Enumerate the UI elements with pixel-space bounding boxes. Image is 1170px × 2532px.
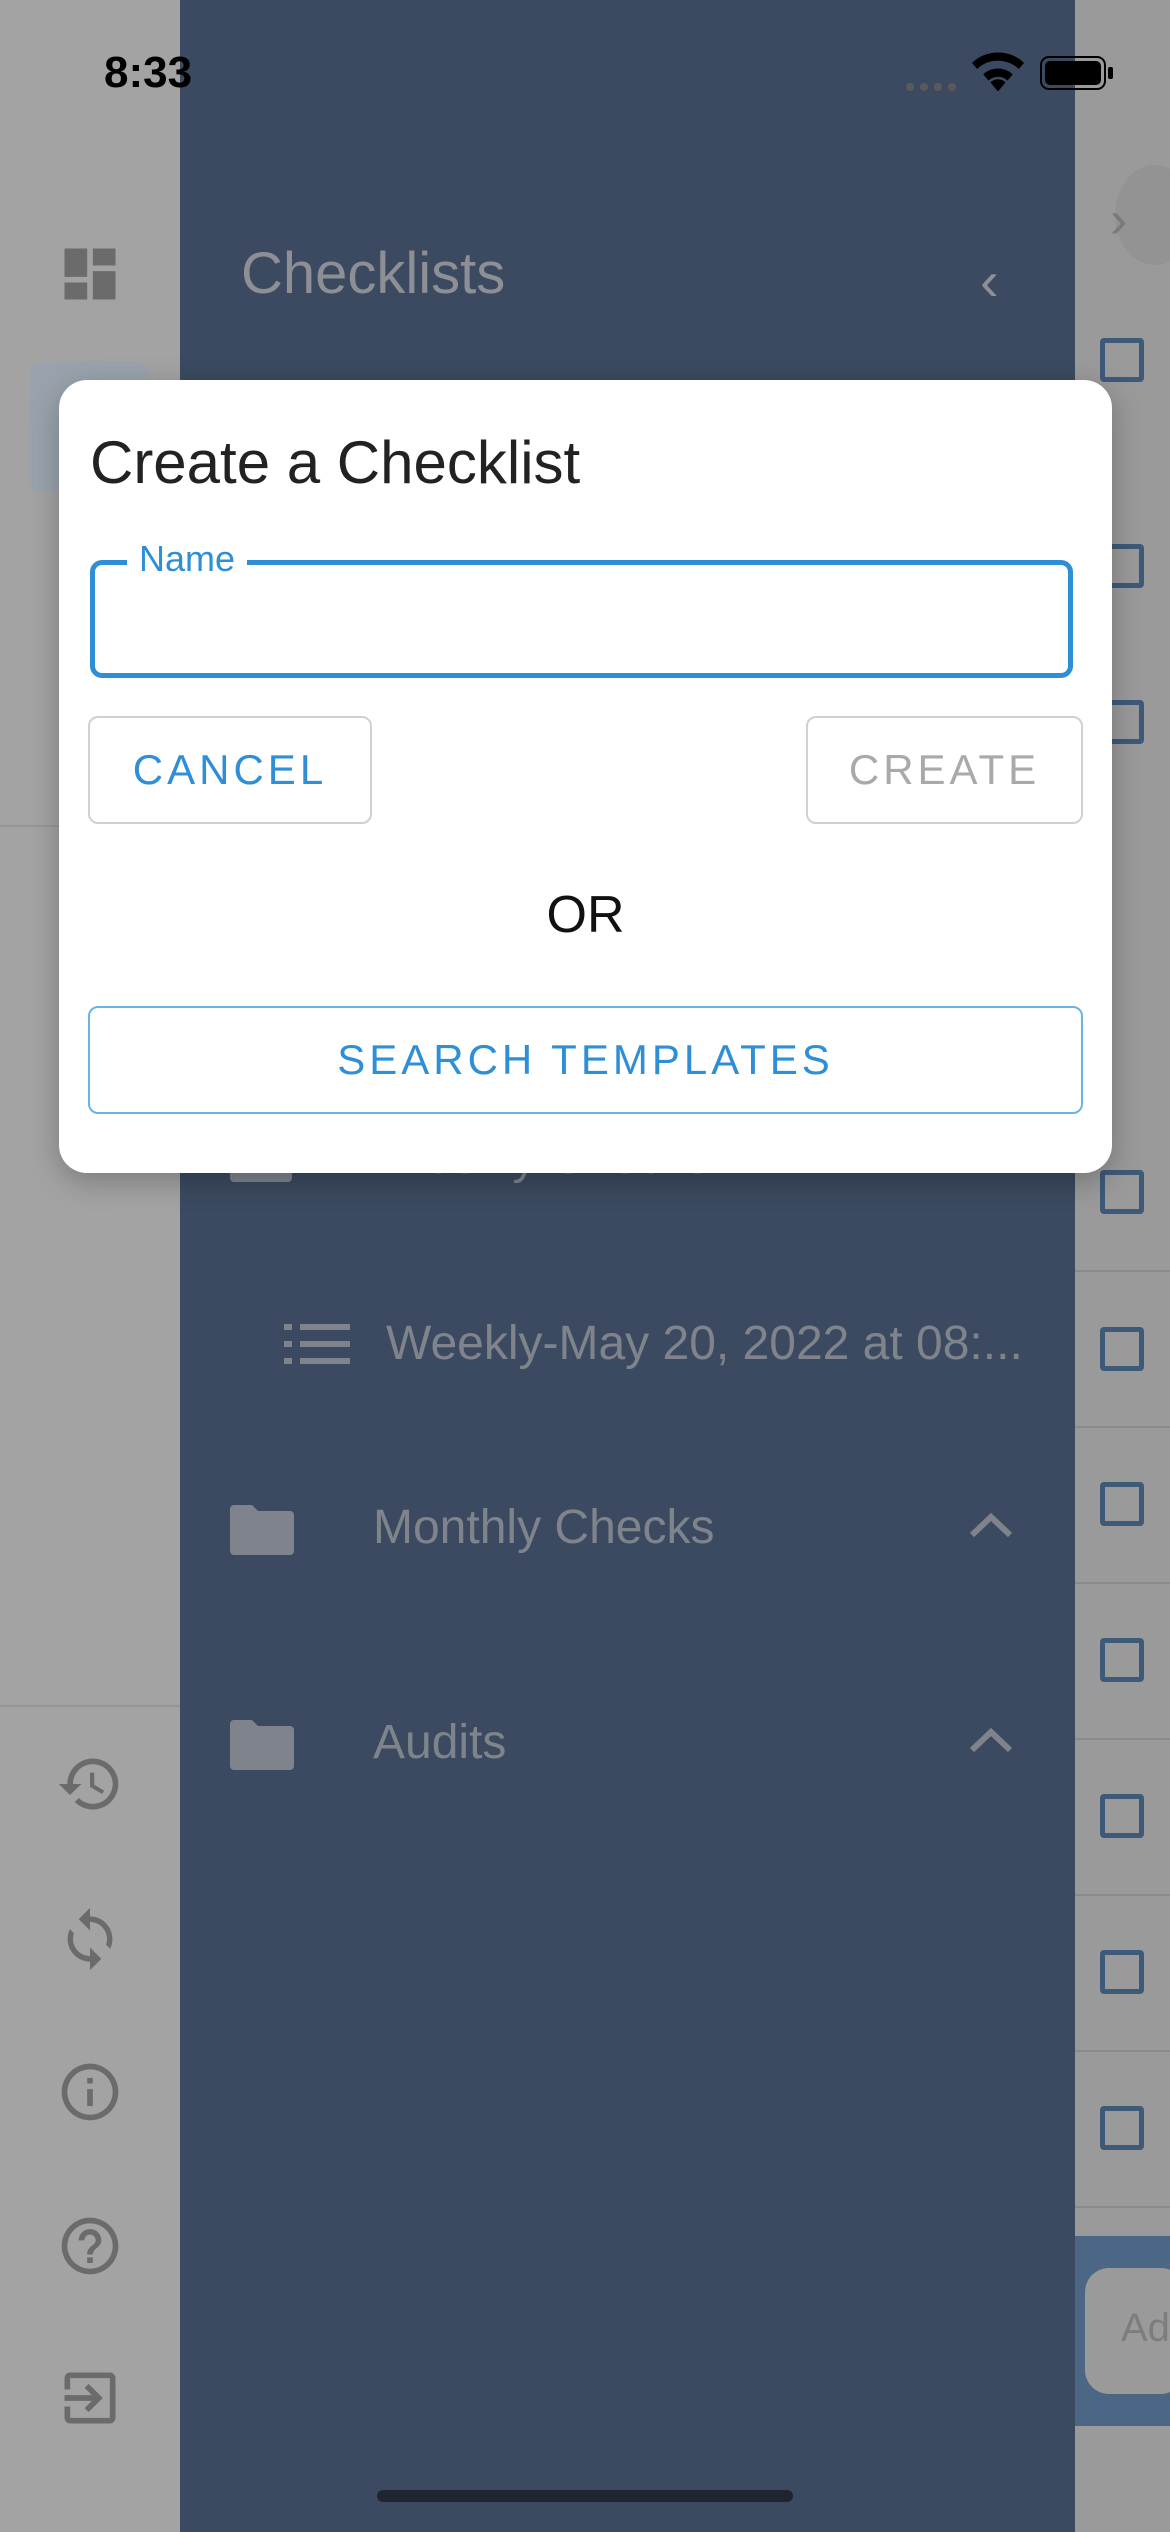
- sync-icon[interactable]: [56, 1905, 124, 1973]
- dialog-title: Create a Checklist: [90, 429, 581, 496]
- drawer-title: Checklists: [241, 241, 506, 306]
- or-divider-text: OR: [546, 886, 625, 944]
- drawer-item-label[interactable]: Audits: [373, 1715, 506, 1770]
- list-icon: [284, 1322, 350, 1371]
- row-divider: [1075, 2050, 1170, 2052]
- cellular-icon: [905, 80, 961, 99]
- help-icon[interactable]: [56, 2212, 124, 2280]
- status-time: 8:33: [104, 48, 193, 97]
- history-icon[interactable]: [56, 1750, 124, 1818]
- drawer-item-label[interactable]: Weekly-May 20, 2022 at 08:...: [386, 1316, 1023, 1371]
- search-templates-button[interactable]: SEARCH TEMPLATES: [88, 1006, 1083, 1114]
- checkbox[interactable]: [1100, 2106, 1144, 2150]
- drawer-item-label[interactable]: Monthly Checks: [373, 1500, 714, 1555]
- folder-icon: [230, 1503, 294, 1560]
- checkbox[interactable]: [1100, 338, 1144, 382]
- info-icon[interactable]: [56, 2058, 124, 2126]
- row-divider: [1075, 1582, 1170, 1584]
- checkbox[interactable]: [1100, 1482, 1144, 1526]
- row-divider: [1075, 2206, 1170, 2208]
- row-divider: [1075, 1738, 1170, 1740]
- folder-icon: [230, 1718, 294, 1775]
- add-input-text: Ad: [1121, 2306, 1170, 2350]
- checkbox[interactable]: [1100, 1327, 1144, 1371]
- checkbox[interactable]: [1100, 1950, 1144, 1994]
- add-input[interactable]: Ad: [1085, 2268, 1170, 2394]
- chevron-up-icon[interactable]: [966, 1505, 1016, 1546]
- name-field-label: Name: [127, 538, 248, 580]
- battery-icon: [1040, 56, 1114, 95]
- logout-icon[interactable]: [56, 2364, 124, 2432]
- chevron-right-icon[interactable]: ›: [1110, 190, 1127, 250]
- chevron-up-icon[interactable]: [966, 1720, 1016, 1761]
- row-divider: [1075, 1270, 1170, 1272]
- wifi-icon: [972, 52, 1024, 97]
- cancel-button[interactable]: CANCEL: [88, 716, 372, 824]
- checkbox[interactable]: [1100, 1170, 1144, 1214]
- dashboard-icon[interactable]: [56, 240, 124, 308]
- collapse-drawer-icon[interactable]: ‹: [980, 248, 999, 313]
- row-divider: [1075, 1426, 1170, 1428]
- rail-divider: [0, 1705, 180, 1707]
- create-checklist-dialog: Create a Checklist Name CANCEL CREATE OR…: [59, 380, 1112, 1173]
- create-button[interactable]: CREATE: [806, 716, 1083, 824]
- checkbox[interactable]: [1100, 1794, 1144, 1838]
- checkbox[interactable]: [1100, 1638, 1144, 1682]
- name-input[interactable]: [114, 585, 1053, 657]
- home-indicator[interactable]: [377, 2490, 793, 2502]
- row-divider: [1075, 1894, 1170, 1896]
